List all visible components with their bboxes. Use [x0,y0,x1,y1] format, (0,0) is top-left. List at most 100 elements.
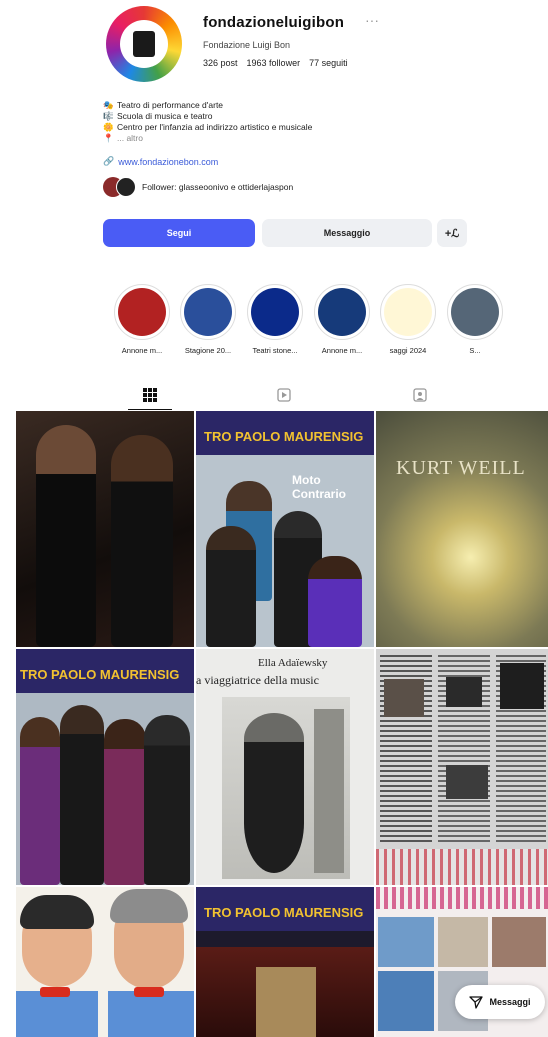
mutual-followers[interactable]: Follower: glasseoonivo e ottiderlajaspon [103,177,293,197]
caricature-body [16,991,98,1037]
profile-avatar[interactable] [106,6,182,82]
bowtie-icon [40,987,70,997]
post-thumbnail[interactable] [16,411,194,647]
highlight-cover [384,288,432,336]
post-figure [308,556,362,647]
profile-stats: 326 post 1963 follower 77 seguiti [203,58,348,68]
message-button[interactable]: Messaggio [262,219,432,247]
post-photo [378,971,434,1031]
pin-icon: 📍 [103,133,114,143]
profile-tabs [0,380,548,410]
grid-icon [143,387,157,402]
highlight-cover [451,288,499,336]
highlight-item[interactable]: Teatri stone... [245,284,305,355]
post-figure [20,717,60,885]
bowtie-icon [134,987,164,997]
story-highlights: Annone m... Stagione 20... Teatri stone.… [112,284,548,364]
website-link[interactable]: 🔗 www.fondazionebon.com [103,156,218,167]
highlight-item[interactable]: S... [445,284,505,355]
highlight-ring [247,284,303,340]
post-title: Ella Adaïewsky [258,657,328,669]
post-title: TRO PAOLO MAURENSIG [204,905,364,920]
highlight-ring [314,284,370,340]
suggest-user-button[interactable]: +ℒ [437,219,467,247]
follow-button[interactable]: Segui [103,219,255,247]
send-icon [469,996,484,1009]
more-options-icon[interactable]: ··· [365,12,379,28]
music-icon: 🎼 [103,111,114,121]
profile-bio: 🎭 Teatro di performance d'arte 🎼 Scuola di… [103,100,483,144]
post-photo [446,677,482,707]
caricature-hair [110,889,188,923]
highlight-ring [380,284,436,340]
post-thumbnail[interactable]: Ella Adaïewsky a viaggiatrice della musi… [196,649,374,885]
post-thumbnail[interactable]: TRO PAOLO MAURENSIG [16,649,194,885]
tab-posts[interactable] [128,380,172,410]
post-header-strip [376,887,548,909]
highlight-item[interactable]: Annone m... [112,284,172,355]
posts-count: 326 post [203,58,238,68]
post-figure [36,425,96,647]
highlight-ring [114,284,170,340]
post-subtitle: Moto Contrario [292,473,346,501]
posts-grid: TRO PAOLO MAURENSIG Moto Contrario KURT … [16,411,548,1037]
caricature-body [108,991,194,1037]
website-link-text[interactable]: www.fondazionebon.com [118,157,218,167]
highlight-cover [318,288,366,336]
following-count[interactable]: 77 seguiti [309,58,348,68]
post-photo [438,917,488,967]
post-title: KURT WEILL [396,457,526,479]
follower-avatars [103,177,136,197]
flower-icon: 🌼 [103,122,114,132]
highlight-cover [251,288,299,336]
avatar-logo [120,20,168,68]
post-thumbnail[interactable]: TRO PAOLO MAURENSIG Moto Contrario [196,411,374,647]
post-subtitle: a viaggiatrice della music [196,673,319,687]
bio-line-1: Teatro di performance d'arte [117,100,224,110]
theater-icon: 🎭 [103,100,114,110]
profile-header: fondazioneluigibon ··· Fondazione Luigi … [0,0,548,84]
highlight-label: saggi 2024 [389,346,427,355]
post-thumbnail[interactable]: KURT WEILL [376,411,548,647]
post-figure [144,715,190,885]
bio-more-link[interactable]: ... altro [117,133,143,144]
highlight-cover [184,288,232,336]
post-figure [60,705,104,885]
post-figure [244,713,304,873]
tab-tagged[interactable] [398,380,442,410]
tagged-icon [413,388,427,402]
tab-reels[interactable] [262,380,306,410]
highlight-label: Teatri stone... [252,346,298,355]
highlight-cover [118,288,166,336]
bio-line-2: Scuola di musica e teatro [117,111,213,121]
post-figure [104,719,146,885]
profile-fullname: Fondazione Luigi Bon [203,40,291,50]
post-footer [376,849,548,885]
messages-button[interactable]: Messaggi [455,985,545,1019]
post-photo [378,917,434,967]
highlight-label: Annone m... [321,346,363,355]
bio-line-3: Centro per l'infanzia ad indirizzo artis… [117,122,313,132]
post-figure [206,526,256,647]
post-thumbnail[interactable] [376,649,548,885]
post-photo [492,917,546,967]
highlight-item[interactable]: Annone m... [312,284,372,355]
highlight-label: Stagione 20... [184,346,232,355]
highlight-item[interactable]: saggi 2024 [378,284,438,355]
post-photo [384,679,424,717]
caricature-hair [20,895,94,929]
followers-count[interactable]: 1963 follower [247,58,301,68]
post-photo [446,765,488,799]
highlight-label: S... [469,346,481,355]
post-title: TRO PAOLO MAURENSIG [204,429,364,444]
messages-button-label: Messaggi [489,997,531,1007]
highlight-label: Annone m... [121,346,163,355]
highlight-item[interactable]: Stagione 20... [178,284,238,355]
mutual-followers-text: Follower: glasseoonivo e ottiderlajaspon [142,182,294,192]
post-figure [111,435,173,647]
highlight-ring [447,284,503,340]
post-thumbnail[interactable] [16,887,194,1037]
post-thumbnail[interactable]: TRO PAOLO MAURENSIG [196,887,374,1037]
post-title: TRO PAOLO MAURENSIG [20,667,180,682]
highlight-ring [180,284,236,340]
